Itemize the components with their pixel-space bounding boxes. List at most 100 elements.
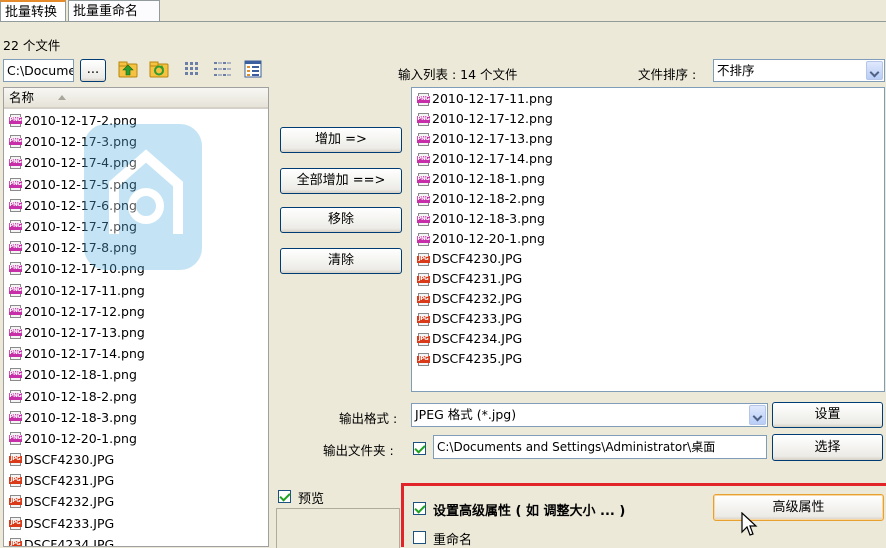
clear-button[interactable]: 清除	[280, 248, 402, 274]
file-name: DSCF4232.JPG	[432, 291, 523, 306]
png-file-icon: PNG	[417, 112, 430, 126]
png-file-icon: PNG	[9, 198, 22, 212]
list-item[interactable]: JPG DSCF4230.JPG	[9, 449, 268, 470]
png-file-icon: PNG	[9, 410, 22, 424]
file-name: DSCF4234.JPG	[432, 331, 523, 346]
png-file-icon: PNG	[9, 220, 22, 234]
settings-button[interactable]: 设置	[772, 402, 883, 428]
list-item[interactable]: JPG DSCF4232.JPG	[9, 491, 268, 512]
list-item[interactable]: PNG 2010-12-17-14.png	[9, 343, 268, 364]
file-name: DSCF4231.JPG	[24, 473, 115, 489]
advanced-properties-button[interactable]: 高级属性	[713, 494, 884, 521]
remove-button[interactable]: 移除	[280, 207, 402, 233]
file-name: 2010-12-17-11.png	[432, 91, 553, 106]
chevron-down-icon[interactable]	[866, 61, 883, 80]
rename-checkbox[interactable]	[413, 531, 426, 544]
list-item[interactable]: JPG DSCF4234.JPG	[9, 534, 268, 547]
source-file-list[interactable]: 名称 PNG 2010-12-17-2.png PNG 2010-12-17-3.pn…	[3, 87, 269, 547]
list-item[interactable]: PNG 2010-12-17-12.png	[417, 109, 884, 129]
add-all-button[interactable]: 全部增加 ==>	[280, 168, 402, 194]
file-name: 2010-12-18-1.png	[24, 367, 137, 383]
jpg-file-icon: JPG	[9, 495, 22, 509]
mouse-cursor-icon	[741, 512, 758, 536]
advanced-properties-label: 设置高级属性 ( 如 调整大小 ... )	[433, 504, 626, 519]
list-item[interactable]: JPG DSCF4232.JPG	[417, 289, 884, 309]
list-item[interactable]: JPG DSCF4231.JPG	[417, 269, 884, 289]
sort-arrow-icon	[58, 95, 66, 100]
preview-pane	[276, 508, 400, 548]
file-name: 2010-12-17-11.png	[24, 282, 145, 298]
output-folder-label: 输出文件夹 :	[323, 443, 394, 458]
file-name: 2010-12-17-14.png	[432, 151, 553, 166]
file-name: DSCF4230.JPG	[432, 251, 523, 266]
tab-divider	[0, 21, 886, 22]
png-file-icon: PNG	[9, 283, 22, 297]
list-item[interactable]: PNG 2010-12-18-1.png	[9, 364, 268, 385]
png-file-icon: PNG	[9, 368, 22, 382]
input-list-label: 输入列表 : 14 个文件	[398, 67, 518, 82]
jpg-file-icon: JPG	[9, 516, 22, 530]
png-file-icon: PNG	[9, 114, 22, 128]
add-button[interactable]: 增加 =>	[280, 127, 402, 153]
list-item[interactable]: PNG 2010-12-20-1.png	[417, 229, 884, 249]
list-item[interactable]: PNG 2010-12-17-11.png	[417, 89, 884, 109]
tab-batch-convert[interactable]: 批量转换	[0, 0, 66, 22]
sort-select[interactable]: 不排序	[713, 59, 885, 82]
file-name: DSCF4230.JPG	[24, 452, 115, 468]
sort-label: 文件排序 :	[638, 67, 697, 82]
list-item[interactable]: PNG 2010-12-17-13.png	[417, 129, 884, 149]
list-item[interactable]: JPG DSCF4234.JPG	[417, 329, 884, 349]
browse-button[interactable]: ...	[80, 59, 106, 82]
file-name: 2010-12-17-12.png	[432, 111, 553, 126]
jpg-file-icon: JPG	[417, 272, 430, 286]
choose-folder-button[interactable]: 选择	[772, 434, 883, 461]
tab-batch-rename[interactable]: 批量重命名	[68, 0, 160, 22]
png-file-icon: PNG	[9, 389, 22, 403]
jpg-file-icon: JPG	[9, 537, 22, 546]
list-item[interactable]: PNG 2010-12-18-1.png	[417, 169, 884, 189]
file-name: DSCF4234.JPG	[24, 536, 115, 547]
view-list-icon[interactable]	[212, 59, 232, 79]
png-file-icon: PNG	[417, 152, 430, 166]
file-name: 2010-12-17-12.png	[24, 303, 145, 319]
jpg-file-icon: JPG	[9, 453, 22, 467]
list-item[interactable]: JPG DSCF4230.JPG	[417, 249, 884, 269]
list-item[interactable]: JPG DSCF4231.JPG	[9, 470, 268, 491]
list-item[interactable]: PNG 2010-12-17-14.png	[417, 149, 884, 169]
output-format-select[interactable]: JPEG 格式 (*.jpg)	[411, 403, 768, 427]
list-item[interactable]: PNG 2010-12-17-11.png	[9, 280, 268, 301]
list-item[interactable]: JPG DSCF4233.JPG	[417, 309, 884, 329]
path-input[interactable]: C:\Docume	[3, 59, 74, 82]
png-file-icon: PNG	[9, 156, 22, 170]
refresh-folder-icon[interactable]	[149, 59, 169, 79]
advanced-properties-checkbox[interactable]	[413, 502, 426, 515]
file-name: 2010-12-18-3.png	[24, 409, 137, 425]
output-format-value: JPEG 格式 (*.jpg)	[415, 407, 517, 422]
list-item[interactable]: PNG 2010-12-18-2.png	[9, 385, 268, 406]
preview-checkbox[interactable]	[278, 490, 291, 503]
file-name: 2010-12-17-14.png	[24, 346, 145, 362]
png-file-icon: PNG	[9, 431, 22, 445]
output-format-label: 输出格式 :	[339, 411, 398, 426]
view-details-icon[interactable]	[243, 59, 263, 79]
list-column-header-name[interactable]: 名称	[4, 88, 268, 109]
input-file-list[interactable]: PNG 2010-12-17-11.png PNG 2010-12-17-12.png…	[411, 87, 885, 392]
folder-up-icon[interactable]	[118, 59, 138, 79]
list-item[interactable]: JPG DSCF4235.JPG	[417, 349, 884, 369]
chevron-down-icon[interactable]	[749, 405, 766, 425]
list-item[interactable]: JPG DSCF4233.JPG	[9, 513, 268, 534]
output-folder-input[interactable]: C:\Documents and Settings\Administrator\…	[433, 435, 767, 459]
file-name: 2010-12-20-1.png	[432, 231, 545, 246]
jpg-file-icon: JPG	[417, 332, 430, 346]
list-item[interactable]: PNG 2010-12-17-12.png	[9, 301, 268, 322]
list-item[interactable]: PNG 2010-12-17-13.png	[9, 322, 268, 343]
list-item[interactable]: PNG 2010-12-18-3.png	[9, 407, 268, 428]
png-file-icon: PNG	[9, 347, 22, 361]
view-thumbnails-icon[interactable]	[182, 59, 202, 79]
jpg-file-icon: JPG	[417, 352, 430, 366]
list-item[interactable]: PNG 2010-12-20-1.png	[9, 428, 268, 449]
list-item[interactable]: PNG 2010-12-18-3.png	[417, 209, 884, 229]
output-folder-checkbox[interactable]	[413, 442, 426, 455]
list-item[interactable]: PNG 2010-12-18-2.png	[417, 189, 884, 209]
png-file-icon: PNG	[417, 132, 430, 146]
